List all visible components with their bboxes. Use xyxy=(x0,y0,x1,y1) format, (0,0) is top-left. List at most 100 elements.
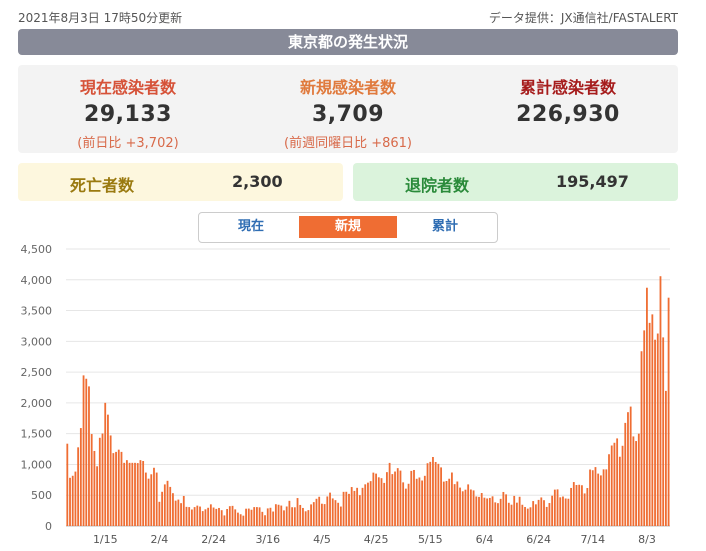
bar xyxy=(483,497,486,526)
bar xyxy=(605,469,608,526)
bar xyxy=(96,466,98,526)
bar xyxy=(524,506,526,526)
bar xyxy=(453,484,456,526)
bar xyxy=(526,508,529,526)
bar xyxy=(223,515,226,526)
stats-panel: 現在感染者数 29,133 (前日比 +3,702) 新規感染者数 3,709 … xyxy=(18,65,678,153)
bar xyxy=(234,509,237,526)
bar xyxy=(664,390,667,526)
bar xyxy=(429,461,432,526)
deaths-box: 死亡者数 2,300 xyxy=(18,163,343,201)
bar xyxy=(169,486,172,526)
bar xyxy=(654,339,656,526)
bar xyxy=(562,496,564,526)
x-tick-label: 6/4 xyxy=(476,533,494,546)
bar xyxy=(283,510,285,526)
bar xyxy=(69,477,71,526)
bar xyxy=(299,504,302,526)
bar xyxy=(637,433,640,526)
bar xyxy=(66,443,69,526)
bar xyxy=(247,508,250,526)
stat-new-change: (前週同曜日比 +861) xyxy=(284,136,412,151)
bar xyxy=(117,449,120,526)
bar xyxy=(459,487,461,526)
bar xyxy=(597,473,600,526)
bar xyxy=(540,497,543,526)
bar xyxy=(82,375,85,526)
bar xyxy=(415,478,418,526)
bar xyxy=(250,509,253,526)
bar xyxy=(618,456,621,526)
bar xyxy=(475,496,478,526)
bar xyxy=(115,451,117,526)
bar xyxy=(188,507,191,526)
bar xyxy=(331,498,334,526)
bar xyxy=(532,501,535,526)
bar xyxy=(358,495,361,526)
bar xyxy=(437,463,440,526)
header-bar: 2021年8月3日 17時50分更新 データ提供：JX通信社/FASTALERT xyxy=(18,7,678,25)
bar xyxy=(545,506,548,526)
bar xyxy=(193,507,196,526)
tab-new[interactable]: 新規 xyxy=(299,216,397,238)
bar xyxy=(136,463,139,526)
bar xyxy=(556,489,559,526)
bar xyxy=(307,510,310,526)
bar xyxy=(158,501,161,526)
bar xyxy=(199,506,201,526)
stat-total-label: 累計感染者数 xyxy=(519,78,616,97)
bar xyxy=(646,287,648,526)
bar xyxy=(329,492,331,526)
bar xyxy=(144,472,147,526)
bar xyxy=(153,467,155,526)
bar xyxy=(513,495,516,526)
bar xyxy=(599,475,602,526)
bar xyxy=(494,502,497,526)
bar xyxy=(147,478,150,526)
bar xyxy=(594,467,597,526)
bar xyxy=(166,480,169,526)
bar xyxy=(610,445,613,526)
bar xyxy=(88,386,90,526)
bar xyxy=(432,457,434,526)
bar xyxy=(608,454,610,526)
bar xyxy=(71,475,74,526)
bar xyxy=(285,506,288,526)
tab-current[interactable]: 現在 xyxy=(202,216,300,238)
y-tick-label: 4,000 xyxy=(21,274,53,287)
bar xyxy=(448,478,451,526)
bar xyxy=(507,502,510,526)
stat-new: 新規感染者数 3,709 (前週同曜日比 +861) xyxy=(238,65,458,153)
bar xyxy=(258,507,261,526)
tab-total[interactable]: 累計 xyxy=(396,216,494,238)
bar xyxy=(204,509,207,526)
y-tick-label: 4,500 xyxy=(21,243,53,256)
bar xyxy=(404,488,407,526)
bar xyxy=(662,337,665,526)
bar xyxy=(564,498,567,526)
bar xyxy=(651,314,654,526)
bar xyxy=(212,507,215,526)
bar xyxy=(318,496,321,526)
bar xyxy=(201,511,204,526)
bar xyxy=(467,484,470,526)
daily-cases-chart: 0 500 1,000 1,500 2,000 2,500 3,000 3,500 4,000 4… xyxy=(21,243,670,546)
bar xyxy=(478,496,480,526)
bar xyxy=(488,497,491,526)
x-tick-label: 2/24 xyxy=(201,533,226,546)
bar xyxy=(288,500,291,526)
y-tick-label: 2,000 xyxy=(21,397,53,410)
bar xyxy=(602,469,605,526)
bar xyxy=(632,436,635,526)
bar xyxy=(337,502,340,526)
bar xyxy=(280,505,283,526)
bar xyxy=(245,508,247,526)
bar xyxy=(226,509,229,526)
bar xyxy=(125,460,128,526)
bar xyxy=(529,507,532,526)
bar xyxy=(90,434,93,526)
bar xyxy=(274,504,277,526)
bar xyxy=(383,482,386,526)
bar xyxy=(342,491,345,526)
bar xyxy=(575,485,578,526)
